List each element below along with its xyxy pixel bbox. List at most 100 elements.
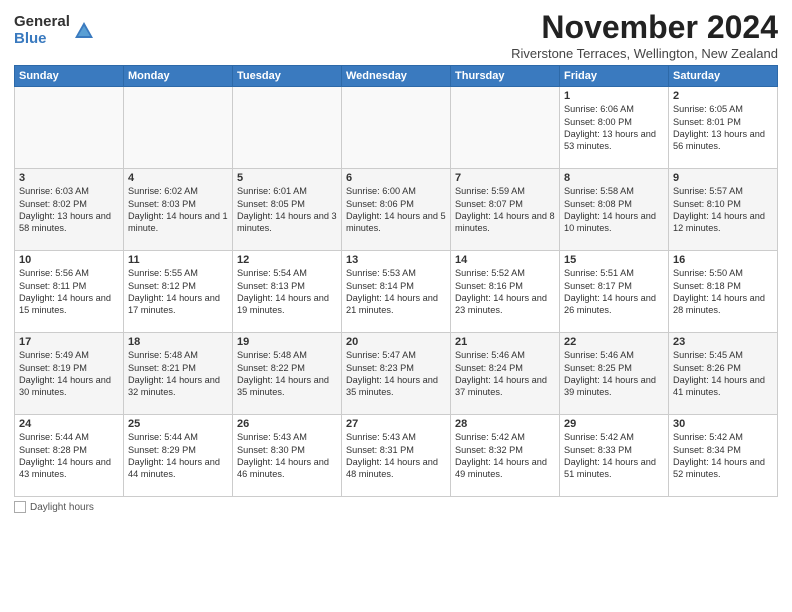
day-info: Sunrise: 5:58 AMSunset: 8:08 PMDaylight:… <box>564 186 656 233</box>
calendar-week-2: 3Sunrise: 6:03 AMSunset: 8:02 PMDaylight… <box>15 169 778 251</box>
logo-general: General <box>14 14 70 31</box>
day-number: 9 <box>673 172 773 184</box>
col-tuesday: Tuesday <box>233 66 342 87</box>
month-title: November 2024 <box>511 10 778 45</box>
calendar-cell: 4Sunrise: 6:02 AMSunset: 8:03 PMDaylight… <box>124 169 233 251</box>
calendar-cell: 3Sunrise: 6:03 AMSunset: 8:02 PMDaylight… <box>15 169 124 251</box>
header-row: Sunday Monday Tuesday Wednesday Thursday… <box>15 66 778 87</box>
day-info: Sunrise: 5:44 AMSunset: 8:29 PMDaylight:… <box>128 432 220 479</box>
calendar-week-4: 17Sunrise: 5:49 AMSunset: 8:19 PMDayligh… <box>15 333 778 415</box>
day-number: 16 <box>673 254 773 266</box>
col-monday: Monday <box>124 66 233 87</box>
day-info: Sunrise: 6:00 AMSunset: 8:06 PMDaylight:… <box>346 186 446 233</box>
calendar-cell: 15 Sunrise: 5:51 AMSunset: 8:17 PMDayligh… <box>560 251 669 333</box>
calendar-cell: 23 Sunrise: 5:45 AMSunset: 8:26 PMDayligh… <box>669 333 778 415</box>
calendar-cell: 16 Sunrise: 5:50 AMSunset: 8:18 PMDayligh… <box>669 251 778 333</box>
calendar-cell: 29 Sunrise: 5:42 AMSunset: 8:33 PMDayligh… <box>560 415 669 497</box>
calendar-cell: 28 Sunrise: 5:42 AMSunset: 8:32 PMDayligh… <box>451 415 560 497</box>
calendar-cell <box>124 87 233 169</box>
day-number: 28 <box>455 418 555 430</box>
day-info: Sunrise: 6:06 AMSunset: 8:00 PMDaylight:… <box>564 104 656 151</box>
legend-box <box>14 501 26 513</box>
location-subtitle: Riverstone Terraces, Wellington, New Zea… <box>511 46 778 61</box>
calendar-page: General Blue November 2024 Riverstone Te… <box>0 0 792 612</box>
day-number: 25 <box>128 418 228 430</box>
calendar-cell: 27 Sunrise: 5:43 AMSunset: 8:31 PMDayligh… <box>342 415 451 497</box>
day-number: 13 <box>346 254 446 266</box>
day-info: Sunrise: 5:48 AMSunset: 8:22 PMDaylight:… <box>237 350 329 397</box>
day-number: 4 <box>128 172 228 184</box>
day-info: Sunrise: 5:52 AMSunset: 8:16 PMDaylight:… <box>455 268 547 315</box>
day-number: 20 <box>346 336 446 348</box>
calendar-cell: 19 Sunrise: 5:48 AMSunset: 8:22 PMDayligh… <box>233 333 342 415</box>
day-number: 5 <box>237 172 337 184</box>
day-info: Sunrise: 5:53 AMSunset: 8:14 PMDaylight:… <box>346 268 438 315</box>
page-header: General Blue November 2024 Riverstone Te… <box>14 10 778 61</box>
logo-blue: Blue <box>14 31 70 48</box>
day-number: 2 <box>673 90 773 102</box>
day-number: 27 <box>346 418 446 430</box>
day-info: Sunrise: 5:57 AMSunset: 8:10 PMDaylight:… <box>673 186 765 233</box>
calendar-cell: 30 Sunrise: 5:42 AMSunset: 8:34 PMDayligh… <box>669 415 778 497</box>
legend: Daylight hours <box>14 501 778 516</box>
day-info: Sunrise: 5:44 AMSunset: 8:28 PMDaylight:… <box>19 432 111 479</box>
calendar-cell <box>451 87 560 169</box>
day-info: Sunrise: 5:42 AMSunset: 8:33 PMDaylight:… <box>564 432 656 479</box>
day-info: Sunrise: 5:46 AMSunset: 8:25 PMDaylight:… <box>564 350 656 397</box>
calendar-cell: 2Sunrise: 6:05 AMSunset: 8:01 PMDaylight… <box>669 87 778 169</box>
day-number: 19 <box>237 336 337 348</box>
day-info: Sunrise: 5:43 AMSunset: 8:30 PMDaylight:… <box>237 432 329 479</box>
day-info: Sunrise: 5:56 AMSunset: 8:11 PMDaylight:… <box>19 268 111 315</box>
calendar-week-1: 1 Sunrise: 6:06 AMSunset: 8:00 PMDaylight… <box>15 87 778 169</box>
daylight-legend: Daylight hours <box>14 501 94 513</box>
calendar-cell: 22 Sunrise: 5:46 AMSunset: 8:25 PMDayligh… <box>560 333 669 415</box>
calendar-cell: 6 Sunrise: 6:00 AMSunset: 8:06 PMDaylight… <box>342 169 451 251</box>
calendar-cell: 1 Sunrise: 6:06 AMSunset: 8:00 PMDaylight… <box>560 87 669 169</box>
calendar-cell: 20Sunrise: 5:47 AMSunset: 8:23 PMDayligh… <box>342 333 451 415</box>
calendar-cell: 14 Sunrise: 5:52 AMSunset: 8:16 PMDayligh… <box>451 251 560 333</box>
day-number: 30 <box>673 418 773 430</box>
calendar-cell <box>342 87 451 169</box>
day-info: Sunrise: 5:51 AMSunset: 8:17 PMDaylight:… <box>564 268 656 315</box>
day-info: Sunrise: 5:59 AMSunset: 8:07 PMDaylight:… <box>455 186 555 233</box>
day-info: Sunrise: 5:50 AMSunset: 8:18 PMDaylight:… <box>673 268 765 315</box>
calendar-cell: 26 Sunrise: 5:43 AMSunset: 8:30 PMDayligh… <box>233 415 342 497</box>
calendar-cell: 5Sunrise: 6:01 AMSunset: 8:05 PMDaylight… <box>233 169 342 251</box>
calendar-cell: 13 Sunrise: 5:53 AMSunset: 8:14 PMDayligh… <box>342 251 451 333</box>
day-number: 22 <box>564 336 664 348</box>
col-sunday: Sunday <box>15 66 124 87</box>
day-number: 6 <box>346 172 446 184</box>
day-info: Sunrise: 5:55 AMSunset: 8:12 PMDaylight:… <box>128 268 220 315</box>
day-number: 26 <box>237 418 337 430</box>
day-number: 1 <box>564 90 664 102</box>
col-wednesday: Wednesday <box>342 66 451 87</box>
calendar-cell: 7 Sunrise: 5:59 AMSunset: 8:07 PMDaylight… <box>451 169 560 251</box>
calendar-cell: 21Sunrise: 5:46 AMSunset: 8:24 PMDayligh… <box>451 333 560 415</box>
calendar-week-3: 10Sunrise: 5:56 AMSunset: 8:11 PMDayligh… <box>15 251 778 333</box>
day-info: Sunrise: 5:48 AMSunset: 8:21 PMDaylight:… <box>128 350 220 397</box>
day-number: 8 <box>564 172 664 184</box>
calendar-cell <box>233 87 342 169</box>
calendar-cell: 17Sunrise: 5:49 AMSunset: 8:19 PMDayligh… <box>15 333 124 415</box>
day-number: 29 <box>564 418 664 430</box>
calendar-cell: 10Sunrise: 5:56 AMSunset: 8:11 PMDayligh… <box>15 251 124 333</box>
calendar-cell: 18Sunrise: 5:48 AMSunset: 8:21 PMDayligh… <box>124 333 233 415</box>
day-number: 7 <box>455 172 555 184</box>
day-number: 11 <box>128 254 228 266</box>
day-number: 15 <box>564 254 664 266</box>
calendar-week-5: 24Sunrise: 5:44 AMSunset: 8:28 PMDayligh… <box>15 415 778 497</box>
col-friday: Friday <box>560 66 669 87</box>
calendar-cell <box>15 87 124 169</box>
day-number: 14 <box>455 254 555 266</box>
day-info: Sunrise: 5:43 AMSunset: 8:31 PMDaylight:… <box>346 432 438 479</box>
day-info: Sunrise: 5:42 AMSunset: 8:34 PMDaylight:… <box>673 432 765 479</box>
day-info: Sunrise: 5:42 AMSunset: 8:32 PMDaylight:… <box>455 432 547 479</box>
day-number: 23 <box>673 336 773 348</box>
calendar-cell: 24Sunrise: 5:44 AMSunset: 8:28 PMDayligh… <box>15 415 124 497</box>
calendar-cell: 12Sunrise: 5:54 AMSunset: 8:13 PMDayligh… <box>233 251 342 333</box>
day-info: Sunrise: 5:45 AMSunset: 8:26 PMDaylight:… <box>673 350 765 397</box>
day-info: Sunrise: 5:54 AMSunset: 8:13 PMDaylight:… <box>237 268 329 315</box>
daylight-label: Daylight hours <box>30 502 94 513</box>
col-thursday: Thursday <box>451 66 560 87</box>
calendar-cell: 8 Sunrise: 5:58 AMSunset: 8:08 PMDaylight… <box>560 169 669 251</box>
